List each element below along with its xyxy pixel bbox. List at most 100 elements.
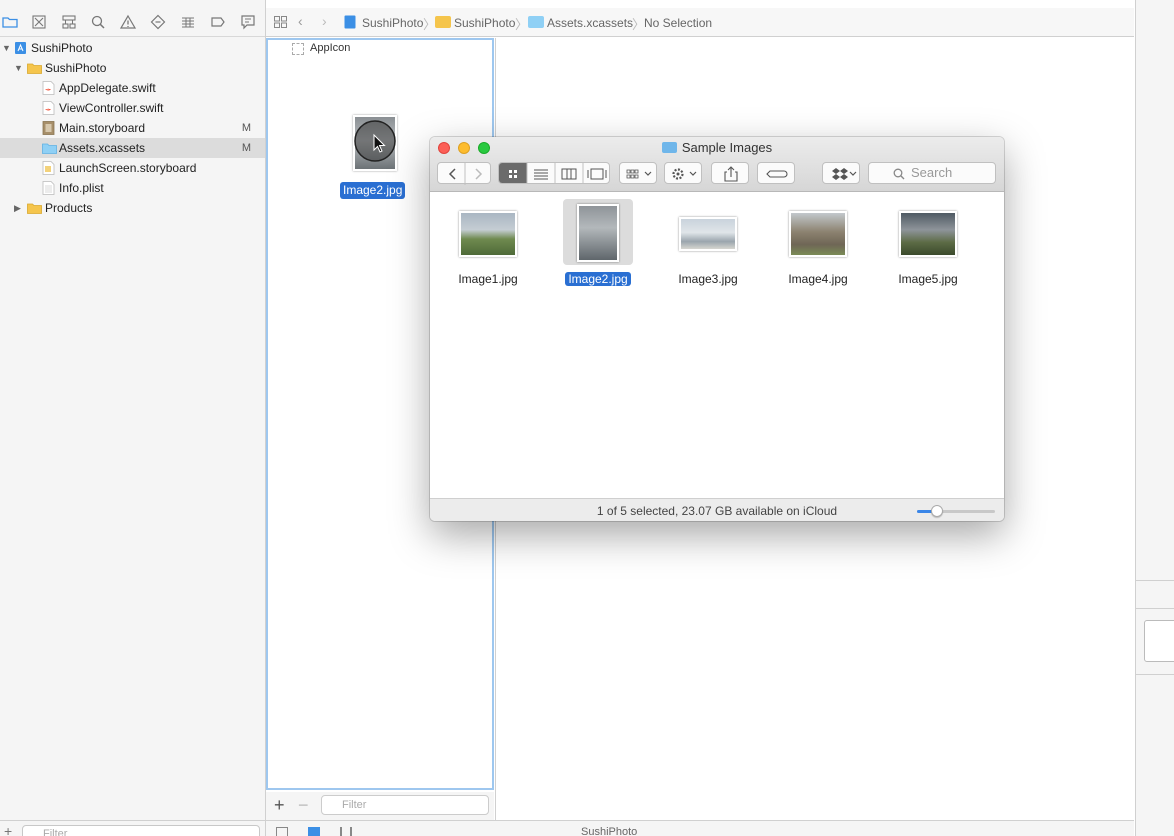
tree-item-label: SushiPhoto <box>31 41 93 55</box>
related-items-icon[interactable] <box>274 16 287 28</box>
folder-icon[interactable] <box>2 14 18 30</box>
file-item-image2[interactable]: Image2.jpg <box>548 197 648 293</box>
tags-button[interactable] <box>757 162 795 184</box>
test-icon[interactable] <box>150 14 166 30</box>
navigator-filter-input[interactable]: Filter <box>22 825 260 836</box>
tree-item-label: AppDelegate.swift <box>59 81 156 95</box>
icon-view-button[interactable] <box>499 163 526 183</box>
tree-item-viewcontroller[interactable]: ViewController.swift <box>0 98 265 118</box>
image-thumbnail <box>459 211 517 257</box>
search-icon[interactable] <box>90 14 106 30</box>
file-name-label: Image5.jpg <box>878 272 978 286</box>
image-thumbnail <box>679 217 737 251</box>
modified-badge: M <box>241 122 251 134</box>
arrange-button[interactable] <box>619 162 657 184</box>
icon-size-slider-knob[interactable] <box>931 505 943 517</box>
image-thumbnail <box>899 211 957 257</box>
file-item-image5[interactable]: Image5.jpg <box>878 197 978 293</box>
utilities-divider <box>1136 674 1174 675</box>
breadcrumb-file[interactable]: Assets.xcassets <box>547 15 633 31</box>
swift-file-icon <box>42 101 55 115</box>
asset-list-footer: + − Filter <box>266 792 494 820</box>
cover-flow-view-button[interactable] <box>583 163 610 183</box>
object-library-item[interactable] <box>1144 620 1174 662</box>
tree-item-infoplist[interactable]: Info.plist <box>0 178 265 198</box>
action-gear-button[interactable] <box>664 162 702 184</box>
asset-catalog-icon <box>42 141 57 155</box>
project-file-icon <box>344 15 356 29</box>
tree-item-label: LaunchScreen.storyboard <box>59 161 197 175</box>
forward-icon[interactable]: › <box>322 13 327 29</box>
tree-item-label: Info.plist <box>59 181 104 195</box>
share-button[interactable] <box>711 162 749 184</box>
debug-bar: SushiPhoto <box>266 820 1134 836</box>
breadcrumb-project[interactable]: SushiPhoto <box>362 15 423 31</box>
finder-window: Sample Images Search Image1.jpg Image2.j… <box>430 137 1004 521</box>
project-navigator: ▼ SushiPhoto ▼ SushiPhoto AppDelegate.sw… <box>0 0 266 836</box>
warning-icon[interactable] <box>120 14 136 30</box>
breadcrumb-separator: 〉 <box>515 17 529 32</box>
file-item-image4[interactable]: Image4.jpg <box>768 197 868 293</box>
file-name-text: Image3.jpg <box>678 272 738 286</box>
disclosure-expanded-icon[interactable]: ▼ <box>14 58 24 78</box>
modified-badge: M <box>241 142 251 154</box>
hierarchy-icon[interactable] <box>61 14 77 30</box>
folder-icon <box>27 201 42 215</box>
tree-item-assets[interactable]: Assets.xcassets M <box>0 138 265 158</box>
folder-icon <box>27 61 42 75</box>
folder-icon <box>661 142 677 153</box>
folder-icon <box>435 16 451 28</box>
disclosure-collapsed-icon[interactable]: ▶ <box>14 198 24 218</box>
drag-cursor-icon <box>354 120 396 162</box>
add-asset-button[interactable]: + <box>274 796 285 814</box>
tree-item-launchscreen[interactable]: LaunchScreen.storyboard <box>0 158 265 178</box>
remove-asset-button[interactable]: − <box>298 796 309 814</box>
tree-item-main-storyboard[interactable]: Main.storyboard M <box>0 118 265 138</box>
project-file-icon <box>14 41 27 55</box>
finder-search-input[interactable]: Search <box>868 162 996 184</box>
jump-bar: ‹ › SushiPhoto 〉 SushiPhoto 〉 Assets.xca… <box>266 8 1134 37</box>
icon-size-slider[interactable] <box>917 505 995 517</box>
dropbox-button[interactable] <box>822 162 860 184</box>
tree-item-project[interactable]: ▼ SushiPhoto <box>0 38 265 58</box>
tree-item-group-sushiphoto[interactable]: ▼ SushiPhoto <box>0 58 265 78</box>
source-control-icon[interactable] <box>31 14 47 30</box>
file-item-image1[interactable]: Image1.jpg <box>438 197 538 293</box>
file-name-label: Image2.jpg <box>548 272 648 286</box>
file-item-image3[interactable]: Image3.jpg <box>658 197 758 293</box>
debug-icon[interactable] <box>180 14 196 30</box>
asset-catalog-icon <box>528 16 544 28</box>
asset-filter-input[interactable]: Filter <box>321 795 489 815</box>
tree-item-appdelegate[interactable]: AppDelegate.swift <box>0 78 265 98</box>
breadcrumb-group[interactable]: SushiPhoto <box>454 15 515 31</box>
storyboard-file-icon <box>42 121 55 135</box>
tree-item-products[interactable]: ▶ Products <box>0 198 265 218</box>
list-view-button[interactable] <box>527 163 554 183</box>
tree-item-label: Products <box>45 201 93 215</box>
console-toggle-icon[interactable] <box>276 827 288 836</box>
tree-item-label: ViewController.swift <box>59 101 164 115</box>
back-button[interactable] <box>438 163 464 183</box>
navigator-toolbar <box>0 8 265 37</box>
pause-icon[interactable] <box>340 827 352 836</box>
swift-file-icon <box>42 81 55 95</box>
breakpoints-icon[interactable] <box>308 827 320 836</box>
storyboard-file-icon <box>42 161 55 175</box>
scheme-label: SushiPhoto <box>581 826 638 836</box>
add-icon[interactable]: + <box>4 824 12 836</box>
column-view-button[interactable] <box>555 163 582 183</box>
finder-icon-grid[interactable]: Image1.jpg Image2.jpg Image3.jpg Image4.… <box>430 193 1004 498</box>
image-thumbnail <box>789 211 847 257</box>
utilities-divider <box>1136 608 1174 609</box>
file-name-label: Image1.jpg <box>438 272 538 286</box>
report-icon[interactable] <box>240 14 256 30</box>
breakpoint-icon[interactable] <box>210 14 226 30</box>
disclosure-expanded-icon[interactable]: ▼ <box>2 38 12 58</box>
asset-item-label: AppIcon <box>310 42 351 54</box>
plist-file-icon <box>42 181 55 195</box>
breadcrumb-selection[interactable]: No Selection <box>644 15 712 31</box>
back-icon[interactable]: ‹ <box>298 13 303 29</box>
file-name-text: Image5.jpg <box>898 272 958 286</box>
appicon-placeholder-icon <box>292 43 304 55</box>
forward-button[interactable] <box>465 163 491 183</box>
